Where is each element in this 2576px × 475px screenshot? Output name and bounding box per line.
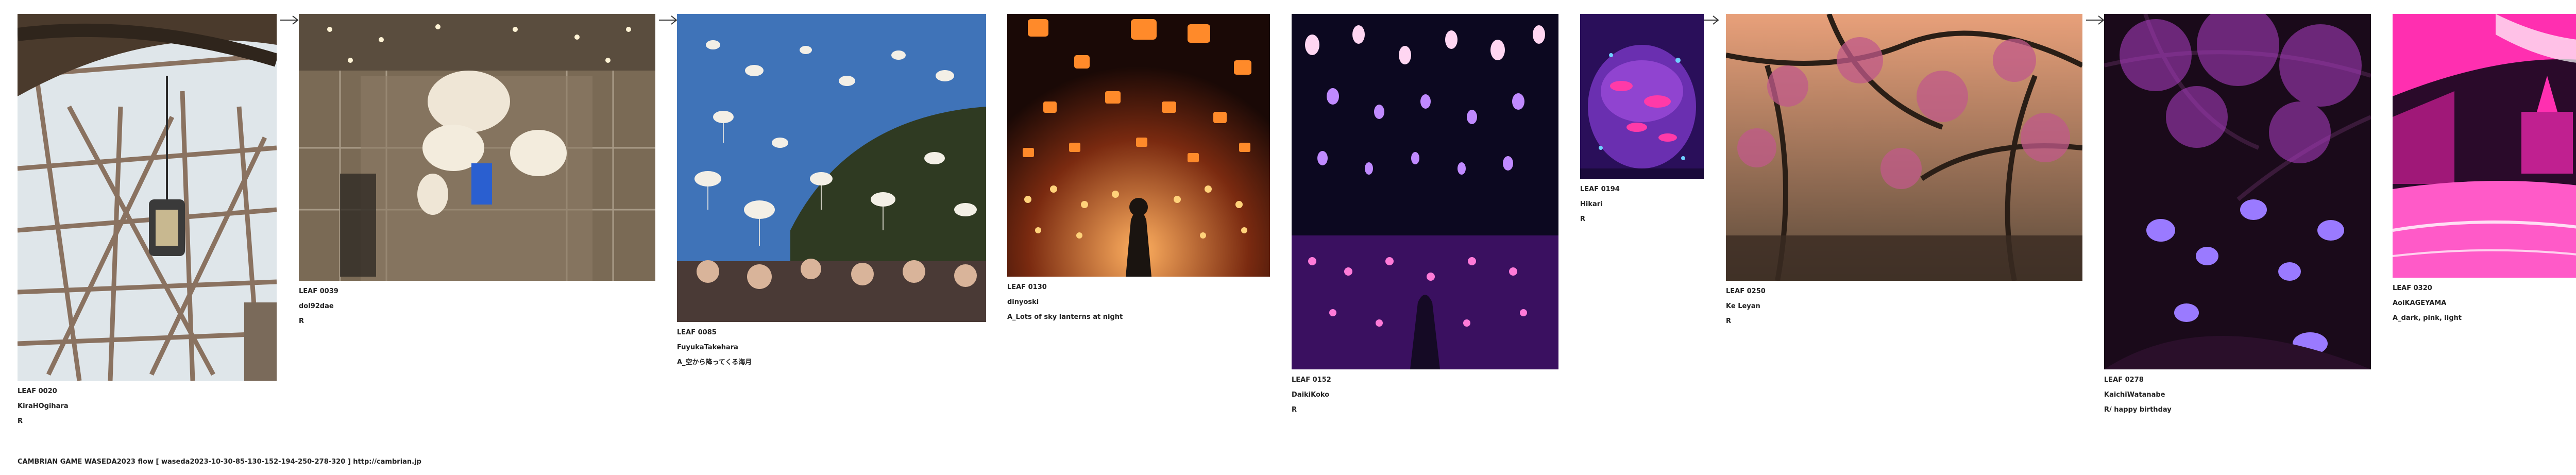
leaf-image[interactable]: [1292, 14, 1558, 369]
leaf-id: LEAF 0250: [1726, 287, 1766, 295]
leaf-author: Hikari: [1580, 200, 1603, 208]
leaf-image[interactable]: [1726, 14, 2082, 281]
leaf-image[interactable]: [677, 14, 986, 322]
leaf-author: KiraHOgihara: [18, 402, 69, 410]
leaf-prompt: A_dark, pink, light: [2393, 314, 2462, 322]
jellyfish-picture: [677, 14, 986, 322]
glowing-flowers-picture: [2104, 14, 2371, 369]
leaf-prompt: R: [1580, 215, 1586, 223]
leaf-image[interactable]: [299, 14, 655, 281]
leaf-author: dinyoski: [1007, 298, 1039, 306]
leaf-prompt: A_空から降ってくる海月: [677, 359, 752, 366]
leaf-image[interactable]: [2104, 14, 2371, 369]
leaf-id: LEAF 0130: [1007, 283, 1047, 291]
leaf-id: LEAF 0152: [1292, 376, 1331, 384]
leaf-prompt: A_Lots of sky lanterns at night: [1007, 313, 1123, 321]
chandelier-picture: [299, 14, 655, 281]
arrow-right-icon: [2086, 15, 2105, 25]
arrow-right-icon: [280, 15, 299, 25]
leaf-author: KaichiWatanabe: [2104, 391, 2165, 399]
leaf-prompt: R: [1292, 406, 1297, 414]
goldfish-picture: [1580, 14, 1704, 179]
leaf-prompt: R: [299, 317, 304, 325]
leaf-author: Ke Leyan: [1726, 302, 1760, 310]
lamp-room-picture: [1292, 14, 1558, 369]
arrow-right-icon: [659, 15, 677, 25]
leaf-prompt: R: [1726, 317, 1732, 325]
leaf-image[interactable]: [1007, 14, 1270, 277]
footer-credit: CAMBRIAN GAME WASEDA2023 flow [ waseda20…: [18, 458, 421, 466]
pink-city-picture: [2393, 14, 2576, 278]
leaf-id: LEAF 0278: [2104, 376, 2144, 384]
leaf-author: dol92dae: [299, 302, 334, 310]
leaf-image[interactable]: [18, 14, 277, 381]
leaf-id: LEAF 0085: [677, 329, 717, 336]
leaf-author: AoiKAGEYAMA: [2393, 299, 2447, 307]
leaf-id: LEAF 0039: [299, 287, 338, 295]
cherry-tree-picture: [1726, 14, 2082, 281]
leaf-image[interactable]: [1580, 14, 1704, 179]
leaf-prompt: R: [18, 417, 23, 425]
coaster-picture: [18, 14, 277, 381]
leaf-id: LEAF 0320: [2393, 284, 2432, 292]
leaf-image[interactable]: [2393, 14, 2576, 278]
leaf-prompt: R/ happy birthday: [2104, 406, 2172, 414]
leaf-id: LEAF 0020: [18, 387, 57, 395]
leaf-author: DaikiKoko: [1292, 391, 1330, 399]
lantern-picture: [1007, 14, 1270, 277]
leaf-id: LEAF 0194: [1580, 185, 1620, 193]
leaf-author: FuyukaTakehara: [677, 344, 738, 351]
